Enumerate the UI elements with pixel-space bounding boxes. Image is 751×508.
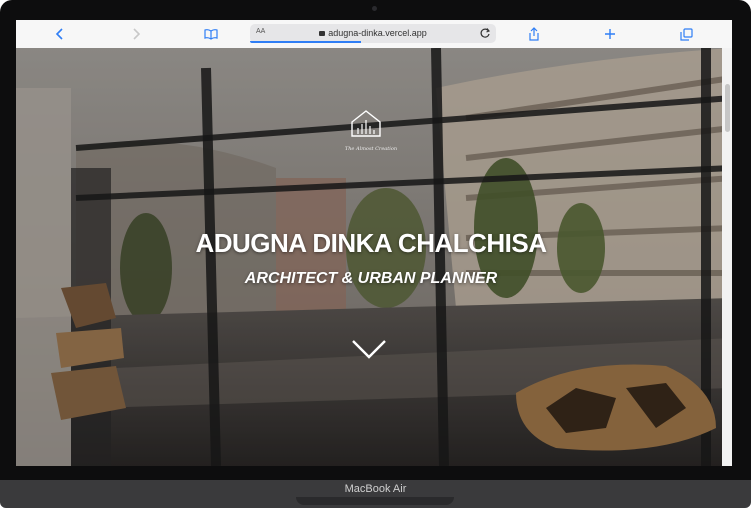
laptop-hinge bbox=[296, 497, 454, 505]
forward-icon[interactable] bbox=[128, 24, 144, 44]
device-label: MacBook Air bbox=[344, 483, 407, 495]
reload-icon[interactable] bbox=[479, 26, 491, 44]
scrollbar[interactable] bbox=[722, 48, 732, 466]
logo-caption: The Almost Creation bbox=[344, 146, 398, 152]
url-field[interactable]: adugna-dinka.vercel.app bbox=[250, 28, 496, 38]
chevron-down-icon[interactable] bbox=[351, 338, 387, 360]
tabs-icon[interactable] bbox=[678, 24, 694, 44]
back-icon[interactable] bbox=[52, 24, 68, 44]
laptop-frame: AA adugna-dinka.vercel.app The Almost Cr… bbox=[0, 0, 751, 508]
load-progress-bar bbox=[250, 41, 361, 43]
address-bar[interactable]: AA adugna-dinka.vercel.app bbox=[250, 24, 496, 43]
url-text: adugna-dinka.vercel.app bbox=[328, 28, 427, 38]
hero-title: ADUGNA DINKA CHALCHISA bbox=[195, 228, 547, 258]
scrollbar-thumb[interactable] bbox=[725, 84, 730, 132]
browser-toolbar: AA adugna-dinka.vercel.app bbox=[16, 20, 732, 49]
hero-section: The Almost Creation ADUGNA DINKA CHALCHI… bbox=[16, 48, 732, 466]
new-tab-icon[interactable] bbox=[602, 24, 618, 44]
reader-icon[interactable] bbox=[202, 24, 220, 44]
brand-logo[interactable] bbox=[346, 108, 386, 138]
share-icon[interactable] bbox=[526, 24, 542, 44]
lock-icon bbox=[319, 31, 326, 36]
browser-screen: AA adugna-dinka.vercel.app The Almost Cr… bbox=[16, 20, 732, 466]
screen-bezel: AA adugna-dinka.vercel.app The Almost Cr… bbox=[0, 0, 751, 480]
hero-subtitle: ARCHITECT & URBAN PLANNER bbox=[244, 270, 498, 287]
camera-dot bbox=[372, 6, 377, 11]
